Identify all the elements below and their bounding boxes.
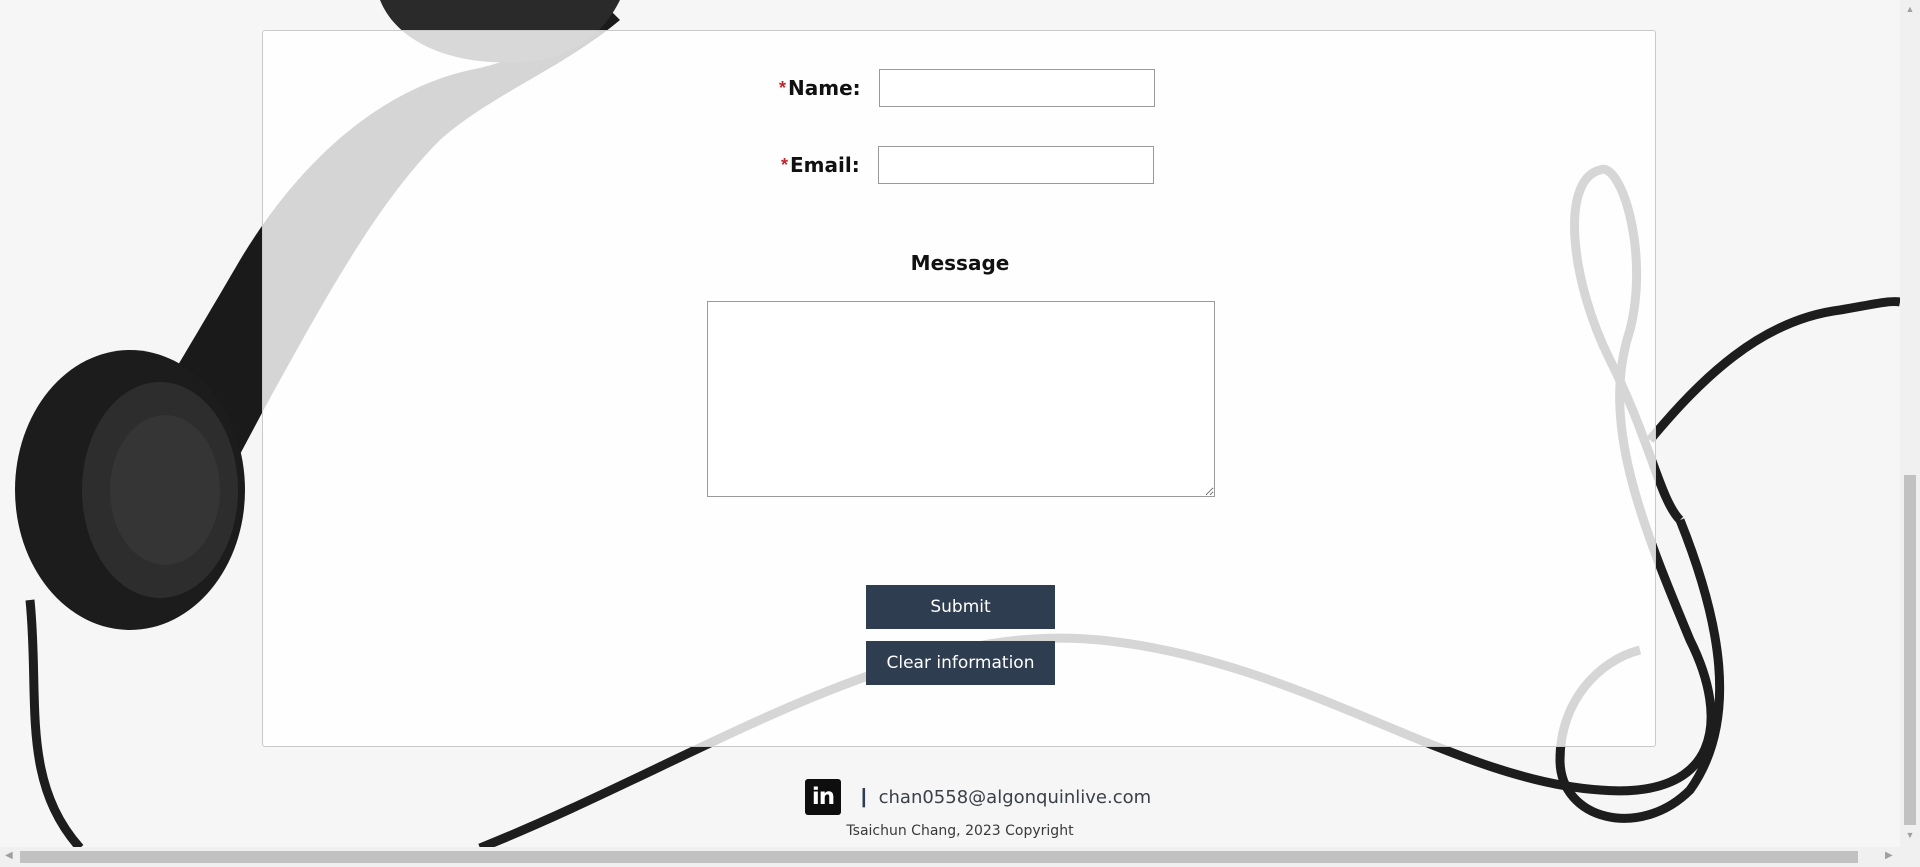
scroll-up-icon[interactable]: ▲: [1900, 4, 1920, 14]
name-label: Name:: [788, 76, 861, 100]
required-marker: *: [781, 154, 789, 175]
footer-email: chan0558@algonquinlive.com: [878, 786, 1152, 808]
contact-form-card: * Name: * Email: Message Submit Clear in…: [262, 30, 1656, 747]
required-marker: *: [779, 77, 787, 98]
scroll-left-icon[interactable]: ◀: [5, 850, 13, 861]
vertical-scrollbar[interactable]: ▲ ▼: [1900, 0, 1920, 847]
name-input[interactable]: [878, 69, 1155, 107]
footer-contact: in | chan0558@algonquinlive.com: [805, 779, 1151, 815]
copyright-text: Tsaichun Chang, 2023 Copyright: [846, 823, 1074, 839]
message-textarea[interactable]: [707, 301, 1215, 497]
message-label: Message: [910, 251, 1010, 275]
email-input[interactable]: [877, 146, 1154, 184]
vertical-scroll-thumb[interactable]: [1904, 475, 1916, 825]
horizontal-scrollbar[interactable]: ◀ ▶: [0, 847, 1920, 867]
email-label: Email:: [790, 153, 860, 177]
horizontal-scroll-thumb[interactable]: [20, 851, 1858, 863]
submit-button[interactable]: Submit: [866, 585, 1055, 629]
scroll-right-icon[interactable]: ▶: [1885, 850, 1893, 861]
scroll-down-icon[interactable]: ▼: [1900, 830, 1920, 840]
footer-separator: |: [861, 785, 867, 808]
email-row: * Email:: [781, 146, 1154, 184]
clear-information-button[interactable]: Clear information: [866, 641, 1055, 685]
name-row: * Name:: [779, 69, 1155, 107]
linkedin-icon[interactable]: in: [805, 779, 841, 815]
